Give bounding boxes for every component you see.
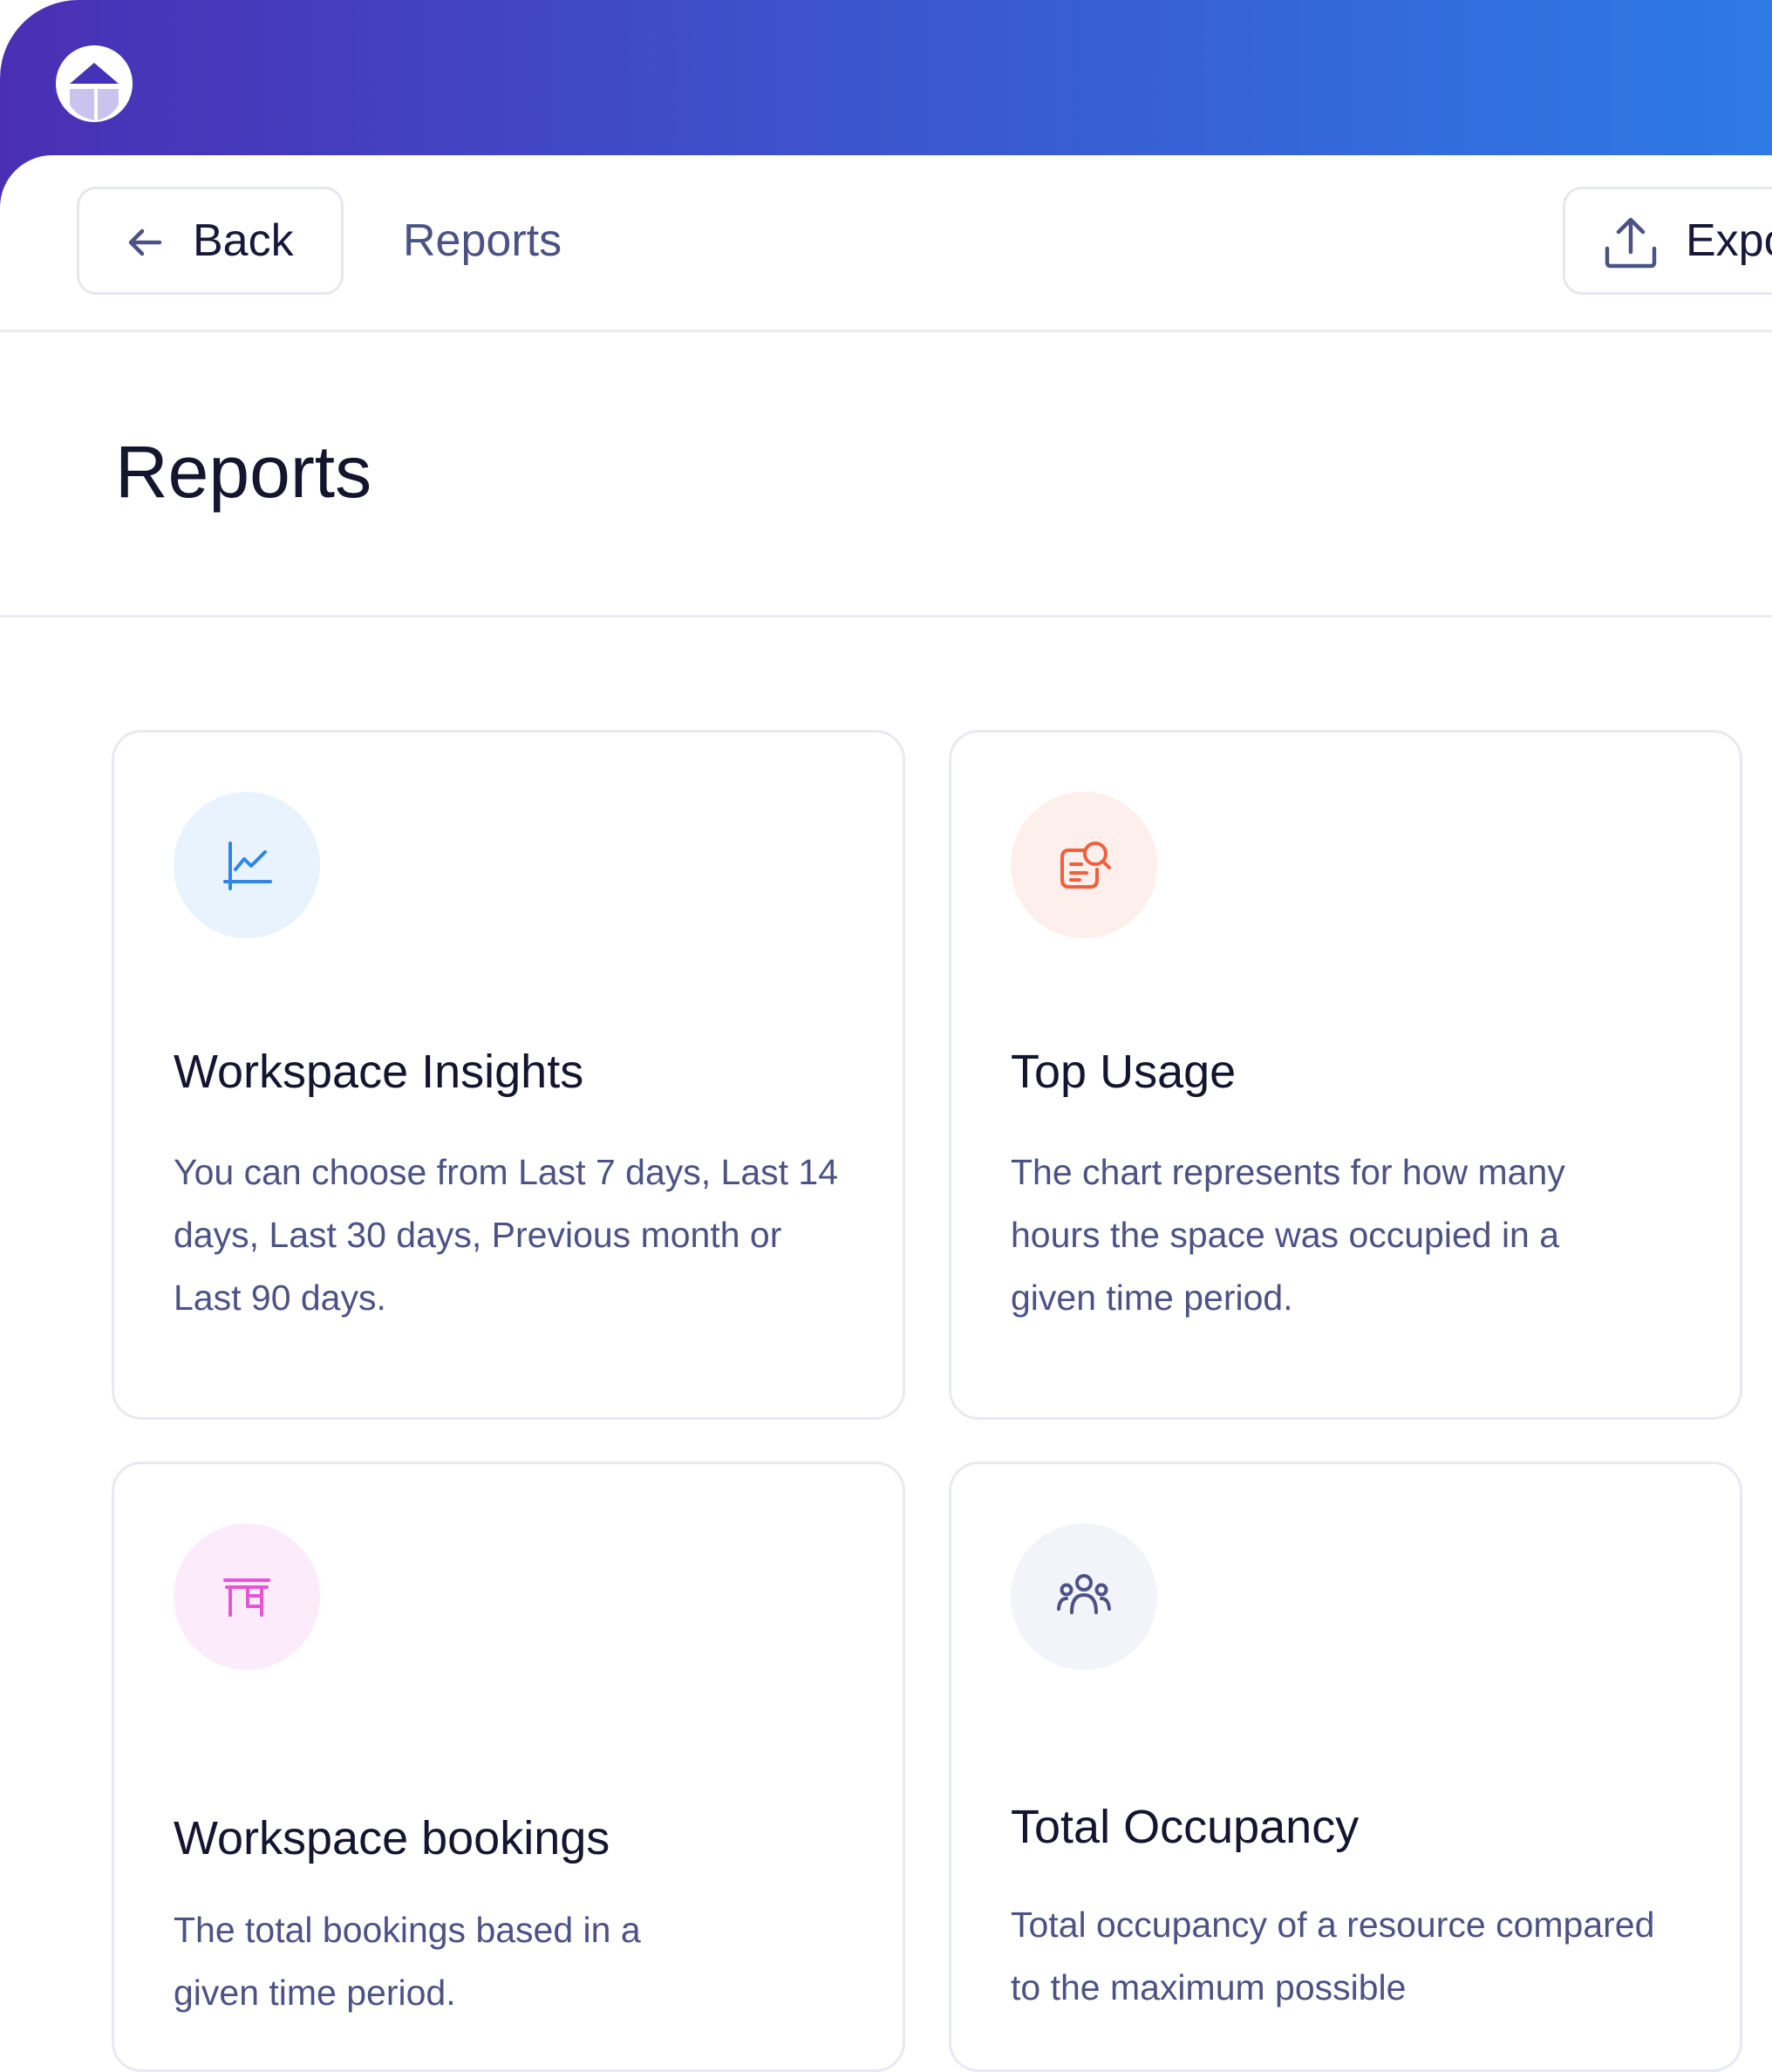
card-title: Top Usage — [1011, 1046, 1237, 1098]
card-description: You can choose from Last 7 days, Last 14… — [174, 1152, 839, 1318]
report-card-workspace-bookings[interactable]: Workspace bookings The total bookings ba… — [112, 1462, 905, 2072]
desk-icon — [223, 1578, 270, 1617]
card-title: Workspace bookings — [174, 1812, 610, 1864]
breadcrumb[interactable]: Reports — [403, 187, 562, 295]
card-description: The total bookings based in a given time… — [174, 1910, 641, 2013]
card-description: The chart represents for how many hours … — [1011, 1152, 1565, 1318]
report-card-workspace-insights[interactable]: Workspace Insights You can choose from L… — [112, 730, 905, 1420]
icon-badge — [174, 792, 320, 938]
export-button-label: Export — [1686, 215, 1772, 266]
people-group-icon — [1057, 1574, 1111, 1614]
page-title: Reports — [115, 431, 372, 513]
line-chart-icon — [223, 842, 272, 890]
card-description: Total occupancy of a resource compared t… — [1011, 1905, 1655, 2007]
icon-badge — [174, 1523, 320, 1670]
app-logo-icon[interactable] — [54, 44, 134, 124]
upload-icon — [1605, 217, 1657, 269]
main-panel: Back Reports Export Reports Workspace In… — [0, 155, 1772, 2072]
card-title: Workspace Insights — [174, 1046, 584, 1098]
back-button-label: Back — [193, 215, 294, 266]
icon-badge — [1011, 1523, 1157, 1670]
page-header: Reports — [0, 332, 1772, 617]
icon-badge — [1011, 792, 1157, 938]
back-button[interactable]: Back — [77, 187, 344, 295]
card-title: Total Occupancy — [1011, 1801, 1360, 1853]
document-search-icon — [1060, 842, 1111, 889]
report-card-total-occupancy[interactable]: Total Occupancy Total occupancy of a res… — [949, 1462, 1742, 2072]
report-card-top-usage[interactable]: Top Usage The chart represents for how m… — [949, 730, 1742, 1420]
top-toolbar: Back Reports Export — [0, 155, 1772, 332]
arrow-left-icon — [128, 228, 162, 256]
export-button[interactable]: Export — [1563, 187, 1772, 295]
